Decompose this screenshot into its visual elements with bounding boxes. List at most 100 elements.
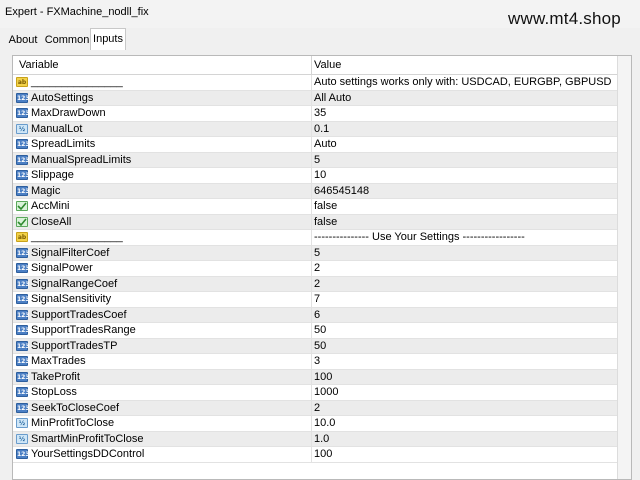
tab-common[interactable]: Common	[44, 30, 90, 50]
variable-value[interactable]: --------------- Use Your Settings ------…	[314, 231, 612, 243]
table-row[interactable]: ½ MinProfitToClose 10.0	[13, 416, 618, 432]
integer-icon: 123	[16, 154, 30, 165]
cell-divider	[311, 152, 312, 168]
integer-icon: 123	[16, 387, 30, 397]
variable-value[interactable]: 646545148	[314, 185, 612, 197]
column-header-value[interactable]: Value	[314, 59, 341, 71]
table-row[interactable]: 123 SignalSensitivity 7	[13, 292, 618, 308]
variable-name: SupportTradesRange	[31, 324, 136, 336]
inputs-panel: Variable Value ab _______________ Auto set…	[12, 55, 632, 480]
variable-name: AutoSettings	[31, 91, 94, 104]
variable-value[interactable]: 5	[314, 247, 612, 259]
tab-about[interactable]: About	[6, 30, 40, 50]
cell-divider	[311, 447, 312, 462]
table-row[interactable]: 123 SupportTradesRange 50	[13, 323, 618, 339]
cell-divider	[311, 121, 312, 137]
table-row[interactable]: ½ ManualLot 0.1	[13, 121, 618, 137]
cell-divider	[311, 416, 312, 431]
column-header-variable[interactable]: Variable	[19, 59, 59, 71]
variable-value[interactable]: 2	[314, 278, 612, 290]
cell-divider	[311, 214, 312, 230]
window-title: Expert - FXMachine_nodll_fix	[5, 6, 149, 18]
table-row[interactable]: 123 SpreadLimits Auto	[13, 137, 618, 153]
variable-name: ManualSpreadLimits	[31, 153, 132, 166]
table-row[interactable]: 123 SeekToCloseCoef 2	[13, 400, 618, 416]
variable-value[interactable]: Auto	[314, 138, 612, 150]
table-row[interactable]: 123 Magic 646545148	[13, 183, 618, 199]
variable-value[interactable]: Auto settings works only with: USDCAD, E…	[314, 76, 612, 88]
variable-value[interactable]: 0.1	[314, 123, 612, 135]
variable-value[interactable]: 7	[314, 293, 612, 305]
variable-value[interactable]: 6	[314, 309, 612, 321]
variable-name: _______________	[31, 76, 123, 88]
variable-name: StopLoss	[31, 386, 77, 398]
variable-name: Magic	[31, 184, 61, 197]
table-row[interactable]: AccMini false	[13, 199, 618, 215]
table-row[interactable]: 123 YourSettingsDDControl 100	[13, 447, 618, 463]
variable-name: CloseAll	[31, 215, 72, 228]
variable-name: SignalFilterCoef	[31, 246, 110, 259]
vertical-scrollbar[interactable]	[617, 56, 631, 479]
table-row[interactable]: 123 SignalRangeCoef 2	[13, 276, 618, 292]
table-row[interactable]: 123 ManualSpreadLimits 5	[13, 152, 618, 168]
table-row[interactable]: 123 StopLoss 1000	[13, 385, 618, 401]
variable-value[interactable]: false	[314, 200, 612, 212]
variable-name: SignalRangeCoef	[31, 277, 118, 290]
table-row[interactable]: 123 SupportTradesCoef 6	[13, 307, 618, 323]
variable-value[interactable]: 100	[314, 371, 612, 383]
variable-value[interactable]: 3	[314, 355, 612, 367]
cell-divider	[311, 292, 312, 307]
variable-value[interactable]: All Auto	[314, 92, 612, 104]
variable-value[interactable]: 100	[314, 448, 612, 460]
variable-name: TakeProfit	[31, 370, 80, 383]
table-row[interactable]: 123 SignalFilterCoef 5	[13, 245, 618, 261]
cell-divider	[311, 183, 312, 199]
integer-icon: 123	[16, 108, 30, 118]
cell-divider	[311, 245, 312, 261]
variable-value[interactable]: 1000	[314, 386, 612, 398]
variable-name: AccMini	[31, 200, 70, 212]
integer-icon: 123	[16, 170, 30, 180]
table-row[interactable]: CloseAll false	[13, 214, 618, 230]
variable-value[interactable]: 1.0	[314, 433, 612, 445]
table-row[interactable]: 123 AutoSettings All Auto	[13, 90, 618, 106]
variable-value[interactable]: 5	[314, 154, 612, 166]
variable-name: SignalPower	[31, 262, 93, 274]
variable-value[interactable]: 10	[314, 169, 612, 181]
tab-inputs[interactable]: Inputs	[90, 28, 126, 50]
variable-value[interactable]: 50	[314, 324, 612, 336]
column-divider[interactable]	[311, 56, 312, 74]
table-row[interactable]: ab _______________ Auto settings works onl…	[13, 75, 618, 91]
double-icon: ½	[16, 418, 28, 428]
double-icon: ½	[16, 123, 28, 134]
table-row[interactable]: 123 MaxDrawDown 35	[13, 106, 618, 122]
variable-name: SignalSensitivity	[31, 293, 112, 305]
variable-name: ManualLot	[31, 122, 83, 135]
variable-value[interactable]: 35	[314, 107, 612, 119]
variable-name: Slippage	[31, 169, 74, 181]
table-row[interactable]: 123 SignalPower 2	[13, 261, 618, 277]
integer-icon: 123	[16, 371, 30, 382]
variable-name: SupportTradesTP	[31, 339, 118, 352]
table-row[interactable]: 123 Slippage 10	[13, 168, 618, 184]
integer-icon: 123	[16, 278, 30, 289]
variable-value[interactable]: 2	[314, 262, 612, 274]
variable-value[interactable]: false	[314, 216, 612, 228]
title-bar: Expert - FXMachine_nodll_fix www.mt4.sho…	[0, 0, 640, 28]
variable-name: MinProfitToClose	[31, 417, 115, 429]
variable-value[interactable]: 10.0	[314, 417, 612, 429]
variable-value[interactable]: 50	[314, 340, 612, 352]
table-row[interactable]: 123 MaxTrades 3	[13, 354, 618, 370]
string-icon: ab	[16, 232, 28, 242]
variable-name: _______________	[31, 231, 123, 243]
boolean-icon	[16, 201, 28, 211]
variable-name: SupportTradesCoef	[31, 308, 127, 321]
cell-divider	[311, 199, 312, 214]
cell-divider	[311, 75, 312, 90]
cell-divider	[311, 354, 312, 369]
table-row[interactable]: ab _______________ --------------- Use You…	[13, 230, 618, 246]
table-row[interactable]: ½ SmartMinProfitToClose 1.0	[13, 431, 618, 447]
table-row[interactable]: 123 TakeProfit 100	[13, 369, 618, 385]
variable-value[interactable]: 2	[314, 402, 612, 414]
table-row[interactable]: 123 SupportTradesTP 50	[13, 338, 618, 354]
